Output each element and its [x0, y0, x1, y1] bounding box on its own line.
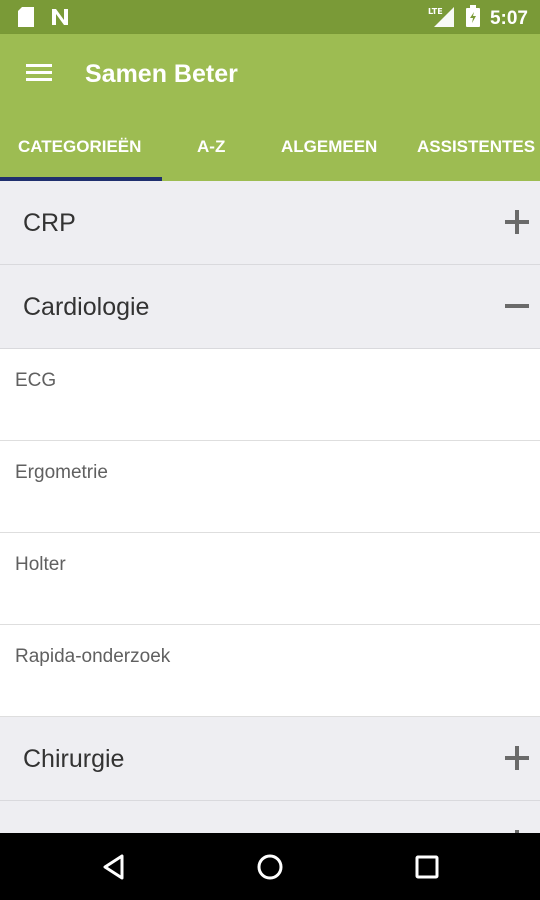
- list-item[interactable]: Holter: [0, 533, 540, 625]
- list-item[interactable]: Rapida-onderzoek: [0, 625, 540, 717]
- home-icon[interactable]: [253, 850, 287, 884]
- category-crp[interactable]: CRP: [0, 181, 540, 265]
- list-item-label: Holter: [15, 554, 66, 575]
- app-title: Samen Beter: [85, 60, 238, 88]
- status-bar: LTE 5:07: [0, 0, 540, 34]
- list-item[interactable]: ECG: [0, 349, 540, 441]
- hamburger-menu-icon[interactable]: [22, 60, 56, 88]
- app-bar: Samen Beter: [0, 34, 540, 114]
- tab-bar: CATEGORIEËN A-Z ALGEMEEN ASSISTENTES: [0, 114, 540, 181]
- category-cardiologie[interactable]: Cardiologie: [0, 265, 540, 349]
- system-nav-bar: [0, 833, 540, 900]
- plus-icon[interactable]: [504, 745, 530, 771]
- category-list: CRP Cardiologie ECG Ergometrie Holter Ra…: [0, 181, 540, 833]
- list-item-label: Rapida-onderzoek: [15, 646, 171, 667]
- back-icon[interactable]: [97, 850, 131, 884]
- category-label: Chirurgie: [23, 745, 125, 773]
- lte-signal-icon: LTE: [428, 5, 456, 32]
- minus-icon[interactable]: [504, 293, 530, 319]
- tab-categorieen[interactable]: CATEGORIEËN: [18, 114, 141, 181]
- sd-card-icon: [18, 7, 34, 32]
- list-item-label: ECG: [15, 370, 57, 391]
- plus-icon[interactable]: [504, 209, 530, 235]
- tab-a-z[interactable]: A-Z: [197, 114, 225, 181]
- tab-assistentes[interactable]: ASSISTENTES: [417, 114, 535, 181]
- recents-icon[interactable]: [410, 850, 444, 884]
- tab-algemeen[interactable]: ALGEMEEN: [281, 114, 377, 181]
- category-next-partial[interactable]: [0, 801, 540, 833]
- status-time: 5:07: [489, 7, 528, 29]
- svg-text:LTE: LTE: [428, 7, 443, 16]
- list-item-label: Ergometrie: [15, 462, 108, 483]
- n-notification-icon: [50, 7, 70, 32]
- battery-icon: [465, 5, 480, 32]
- category-label: Cardiologie: [23, 293, 150, 321]
- list-item[interactable]: Ergometrie: [0, 441, 540, 533]
- category-chirurgie[interactable]: Chirurgie: [0, 717, 540, 801]
- category-label: CRP: [23, 209, 76, 237]
